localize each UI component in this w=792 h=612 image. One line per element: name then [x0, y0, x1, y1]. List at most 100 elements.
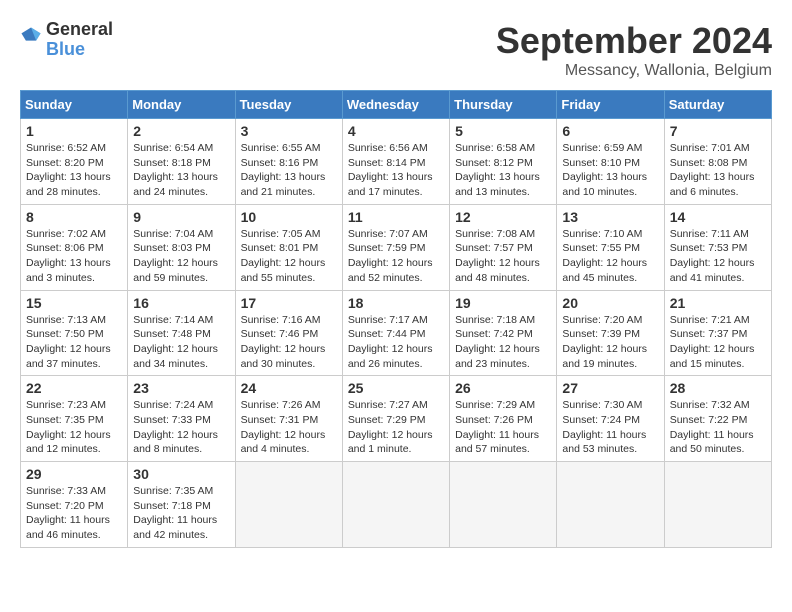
day-number: 19 [455, 295, 551, 311]
header-sunday: Sunday [21, 91, 128, 119]
day-number: 17 [241, 295, 337, 311]
day-number: 26 [455, 380, 551, 396]
calendar-cell: 20 Sunrise: 7:20 AM Sunset: 7:39 PM Dayli… [557, 290, 664, 376]
day-info: Sunrise: 6:56 AM Sunset: 8:14 PM Dayligh… [348, 141, 444, 200]
title-area: September 2024 Messancy, Wallonia, Belgi… [496, 20, 772, 80]
calendar-cell [342, 462, 449, 548]
calendar-cell: 25 Sunrise: 7:27 AM Sunset: 7:29 PM Dayli… [342, 376, 449, 462]
header-monday: Monday [128, 91, 235, 119]
day-number: 8 [26, 209, 122, 225]
day-number: 3 [241, 123, 337, 139]
calendar-cell: 12 Sunrise: 7:08 AM Sunset: 7:57 PM Dayli… [450, 204, 557, 290]
day-info: Sunrise: 7:02 AM Sunset: 8:06 PM Dayligh… [26, 227, 122, 286]
day-info: Sunrise: 7:08 AM Sunset: 7:57 PM Dayligh… [455, 227, 551, 286]
day-number: 9 [133, 209, 229, 225]
logo-blue: Blue [46, 40, 113, 60]
day-number: 4 [348, 123, 444, 139]
day-number: 25 [348, 380, 444, 396]
day-number: 22 [26, 380, 122, 396]
day-info: Sunrise: 7:30 AM Sunset: 7:24 PM Dayligh… [562, 398, 658, 457]
day-number: 28 [670, 380, 766, 396]
calendar-cell: 11Sunrise: 7:07 AM Sunset: 7:59 PM Dayli… [342, 204, 449, 290]
logo: General Blue [20, 20, 113, 60]
calendar-cell: 30Sunrise: 7:35 AM Sunset: 7:18 PM Dayli… [128, 462, 235, 548]
day-info: Sunrise: 7:21 AM Sunset: 7:37 PM Dayligh… [670, 313, 766, 372]
calendar-cell: 21 Sunrise: 7:21 AM Sunset: 7:37 PM Dayli… [664, 290, 771, 376]
calendar-cell: 9Sunrise: 7:04 AM Sunset: 8:03 PM Daylig… [128, 204, 235, 290]
day-number: 27 [562, 380, 658, 396]
header-thursday: Thursday [450, 91, 557, 119]
day-info: Sunrise: 6:54 AM Sunset: 8:18 PM Dayligh… [133, 141, 229, 200]
day-info: Sunrise: 7:14 AM Sunset: 7:48 PM Dayligh… [133, 313, 229, 372]
day-number: 21 [670, 295, 766, 311]
day-info: Sunrise: 7:26 AM Sunset: 7:31 PM Dayligh… [241, 398, 337, 457]
day-number: 1 [26, 123, 122, 139]
calendar-cell: 23Sunrise: 7:24 AM Sunset: 7:33 PM Dayli… [128, 376, 235, 462]
subtitle: Messancy, Wallonia, Belgium [496, 62, 772, 80]
day-number: 6 [562, 123, 658, 139]
day-number: 11 [348, 209, 444, 225]
day-info: Sunrise: 6:52 AM Sunset: 8:20 PM Dayligh… [26, 141, 122, 200]
day-info: Sunrise: 7:20 AM Sunset: 7:39 PM Dayligh… [562, 313, 658, 372]
day-number: 20 [562, 295, 658, 311]
day-number: 29 [26, 466, 122, 482]
logo-icon [20, 26, 42, 48]
week-row-1: 1 Sunrise: 6:52 AM Sunset: 8:20 PM Daylig… [21, 119, 772, 205]
day-info: Sunrise: 7:27 AM Sunset: 7:29 PM Dayligh… [348, 398, 444, 457]
logo-general: General [46, 20, 113, 40]
day-number: 2 [133, 123, 229, 139]
day-number: 24 [241, 380, 337, 396]
day-info: Sunrise: 7:33 AM Sunset: 7:20 PM Dayligh… [26, 484, 122, 543]
day-number: 13 [562, 209, 658, 225]
header-tuesday: Tuesday [235, 91, 342, 119]
calendar-cell: 7 Sunrise: 7:01 AM Sunset: 8:08 PM Daylig… [664, 119, 771, 205]
calendar-cell: 17Sunrise: 7:16 AM Sunset: 7:46 PM Dayli… [235, 290, 342, 376]
day-number: 18 [348, 295, 444, 311]
calendar-cell [450, 462, 557, 548]
calendar-cell: 15 Sunrise: 7:13 AM Sunset: 7:50 PM Dayli… [21, 290, 128, 376]
day-info: Sunrise: 7:18 AM Sunset: 7:42 PM Dayligh… [455, 313, 551, 372]
day-number: 15 [26, 295, 122, 311]
day-info: Sunrise: 7:13 AM Sunset: 7:50 PM Dayligh… [26, 313, 122, 372]
calendar-cell: 26Sunrise: 7:29 AM Sunset: 7:26 PM Dayli… [450, 376, 557, 462]
header: General Blue September 2024 Messancy, Wa… [20, 20, 772, 80]
day-number: 23 [133, 380, 229, 396]
calendar-cell: 18 Sunrise: 7:17 AM Sunset: 7:44 PM Dayli… [342, 290, 449, 376]
calendar-cell: 27 Sunrise: 7:30 AM Sunset: 7:24 PM Dayli… [557, 376, 664, 462]
day-number: 30 [133, 466, 229, 482]
week-row-2: 8 Sunrise: 7:02 AM Sunset: 8:06 PM Daylig… [21, 204, 772, 290]
calendar-cell: 1 Sunrise: 6:52 AM Sunset: 8:20 PM Daylig… [21, 119, 128, 205]
calendar-cell: 14 Sunrise: 7:11 AM Sunset: 7:53 PM Dayli… [664, 204, 771, 290]
calendar-cell: 8 Sunrise: 7:02 AM Sunset: 8:06 PM Daylig… [21, 204, 128, 290]
calendar-cell: 13Sunrise: 7:10 AM Sunset: 7:55 PM Dayli… [557, 204, 664, 290]
header-friday: Friday [557, 91, 664, 119]
calendar-cell: 2 Sunrise: 6:54 AM Sunset: 8:18 PM Daylig… [128, 119, 235, 205]
calendar-cell: 16 Sunrise: 7:14 AM Sunset: 7:48 PM Dayli… [128, 290, 235, 376]
calendar-cell: 5 Sunrise: 6:58 AM Sunset: 8:12 PM Daylig… [450, 119, 557, 205]
calendar-cell: 24 Sunrise: 7:26 AM Sunset: 7:31 PM Dayli… [235, 376, 342, 462]
calendar-cell: 6 Sunrise: 6:59 AM Sunset: 8:10 PM Daylig… [557, 119, 664, 205]
calendar-header-row: SundayMondayTuesdayWednesdayThursdayFrid… [21, 91, 772, 119]
day-number: 16 [133, 295, 229, 311]
day-info: Sunrise: 7:01 AM Sunset: 8:08 PM Dayligh… [670, 141, 766, 200]
day-number: 12 [455, 209, 551, 225]
header-wednesday: Wednesday [342, 91, 449, 119]
day-info: Sunrise: 6:59 AM Sunset: 8:10 PM Dayligh… [562, 141, 658, 200]
day-number: 5 [455, 123, 551, 139]
calendar-cell: 28Sunrise: 7:32 AM Sunset: 7:22 PM Dayli… [664, 376, 771, 462]
week-row-3: 15 Sunrise: 7:13 AM Sunset: 7:50 PM Dayli… [21, 290, 772, 376]
calendar-cell: 19 Sunrise: 7:18 AM Sunset: 7:42 PM Dayli… [450, 290, 557, 376]
calendar-cell [664, 462, 771, 548]
day-info: Sunrise: 6:55 AM Sunset: 8:16 PM Dayligh… [241, 141, 337, 200]
calendar-cell: 4 Sunrise: 6:56 AM Sunset: 8:14 PM Daylig… [342, 119, 449, 205]
day-info: Sunrise: 7:11 AM Sunset: 7:53 PM Dayligh… [670, 227, 766, 286]
week-row-4: 22 Sunrise: 7:23 AM Sunset: 7:35 PM Dayli… [21, 376, 772, 462]
day-info: Sunrise: 7:23 AM Sunset: 7:35 PM Dayligh… [26, 398, 122, 457]
day-number: 7 [670, 123, 766, 139]
month-title: September 2024 [496, 20, 772, 62]
day-number: 14 [670, 209, 766, 225]
day-info: Sunrise: 7:17 AM Sunset: 7:44 PM Dayligh… [348, 313, 444, 372]
day-info: Sunrise: 7:05 AM Sunset: 8:01 PM Dayligh… [241, 227, 337, 286]
day-number: 10 [241, 209, 337, 225]
day-info: Sunrise: 6:58 AM Sunset: 8:12 PM Dayligh… [455, 141, 551, 200]
